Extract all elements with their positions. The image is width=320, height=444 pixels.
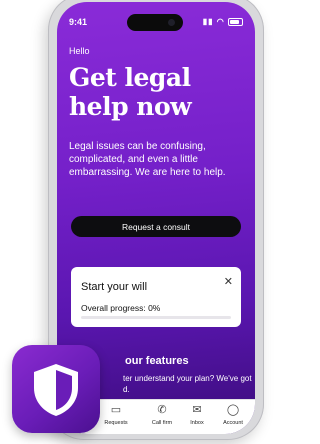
tab-call-firm[interactable]: ✆ Call firm: [143, 403, 181, 426]
status-time: 9:41: [69, 17, 88, 27]
request-consult-button[interactable]: Request a consult: [71, 216, 241, 237]
status-bar: 9:41 ▮▮ ◠: [57, 2, 255, 36]
will-card-title: Start your will: [81, 281, 148, 293]
features-text: ter understand your plan? We've got d.: [123, 374, 252, 394]
status-icons: ▮▮ ◠: [203, 17, 243, 26]
tab-label: Requests: [104, 420, 128, 426]
features-title: our features: [125, 355, 189, 367]
app-icon: [12, 345, 100, 433]
battery-icon: [228, 17, 243, 26]
progress-bar: [81, 316, 231, 319]
account-icon: ◯: [226, 404, 240, 416]
page-title: Get legal help now: [69, 63, 192, 121]
tab-label: Inbox: [190, 420, 204, 426]
phone-icon: ✆: [157, 404, 167, 416]
tab-label: Account: [223, 420, 243, 426]
signal-icon: ▮▮: [202, 17, 214, 26]
tab-account[interactable]: ◯ Account: [214, 403, 252, 426]
tab-requests[interactable]: ▭ Requests: [97, 403, 135, 426]
camera-icon: [168, 19, 175, 26]
wifi-icon: ◠: [216, 17, 225, 26]
will-card[interactable]: Start your will ✕ Overall progress: 0%: [71, 267, 241, 327]
tab-inbox[interactable]: ✉ Inbox: [178, 403, 216, 426]
dynamic-island: [127, 14, 183, 31]
greeting: Hello: [69, 46, 90, 56]
close-icon[interactable]: ✕: [224, 275, 233, 288]
inbox-icon: ✉: [192, 404, 202, 416]
folder-icon: ▭: [110, 404, 122, 416]
progress-label: Overall progress: 0%: [81, 303, 161, 313]
shield-icon: [34, 364, 78, 416]
tab-label: Call firm: [151, 420, 173, 426]
intro-text: Legal issues can be confusing, complicat…: [69, 141, 226, 178]
